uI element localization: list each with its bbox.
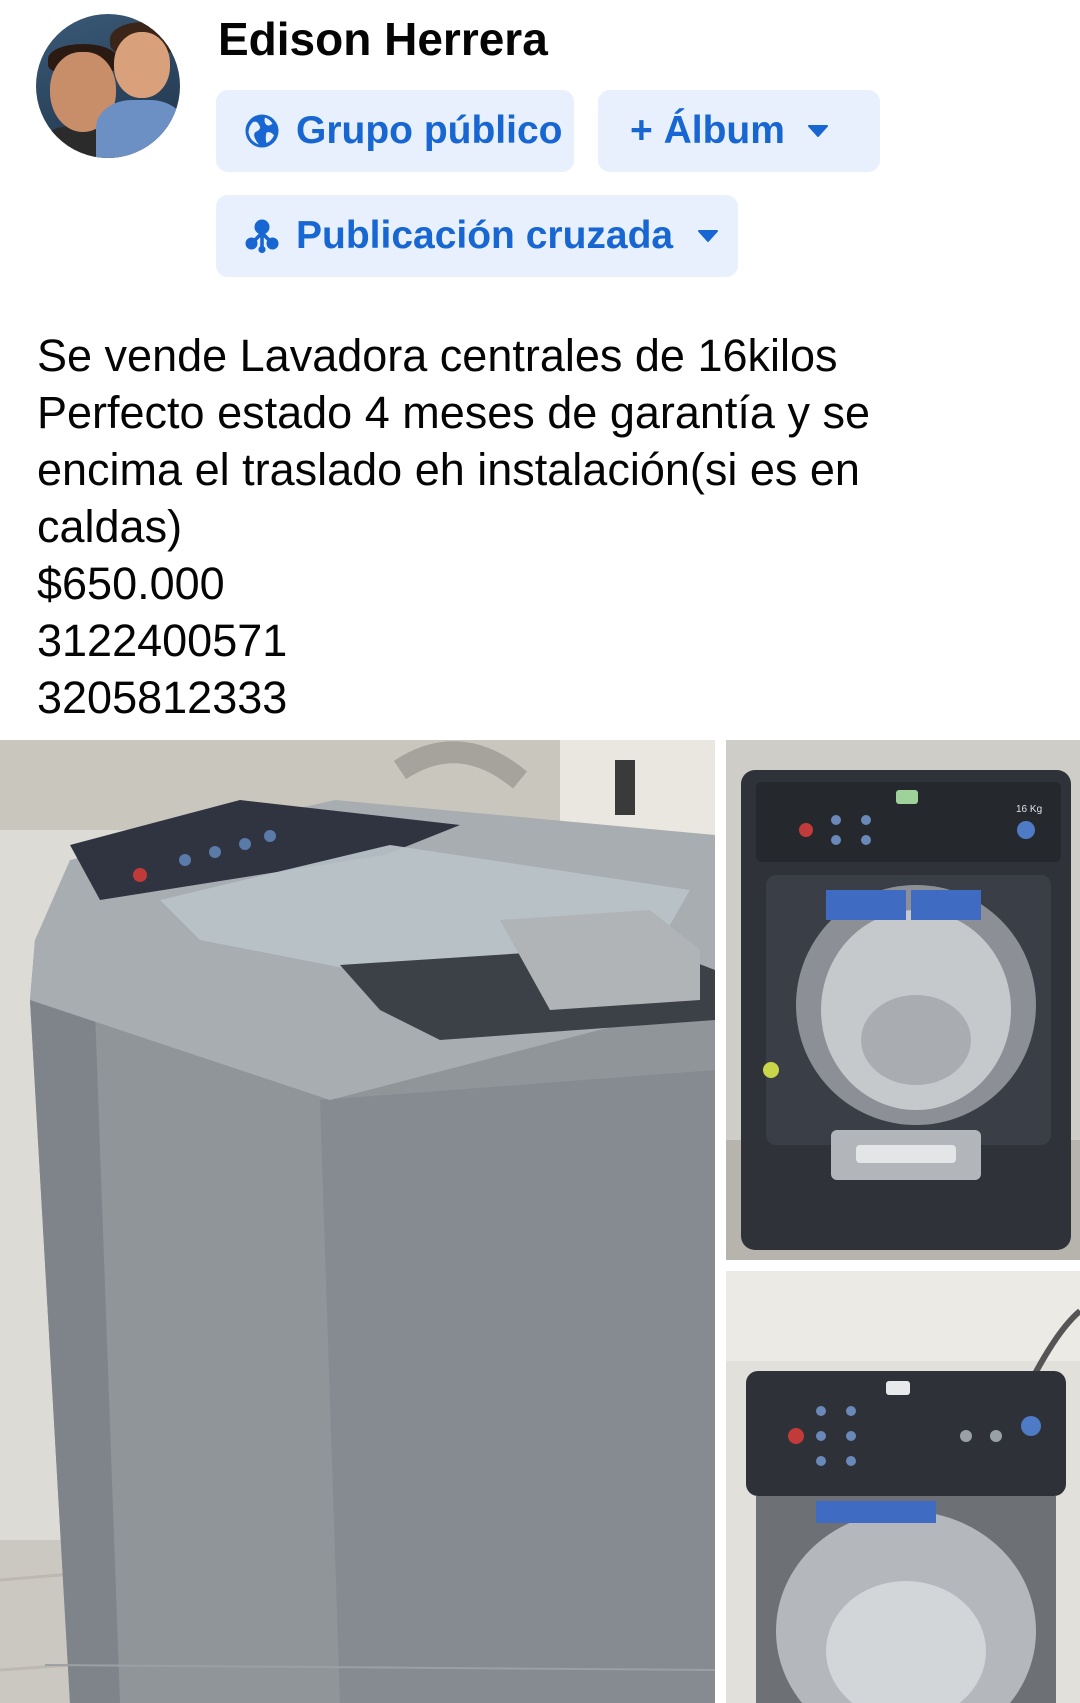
capacity-label: 16 Kg [1016, 804, 1042, 815]
washer-panel-image [726, 1271, 1080, 1703]
album-button[interactable]: + Álbum [598, 90, 880, 172]
post-text: Se vende Lavadora centrales de 16kilos P… [37, 327, 1057, 726]
author-avatar[interactable] [36, 14, 180, 158]
crosspost-icon [245, 219, 279, 254]
audience-selector-button[interactable]: Grupo público [216, 90, 574, 172]
crosspost-label: Publicación cruzada [296, 214, 674, 257]
washer-side-image [0, 740, 715, 1703]
avatar-shape [96, 100, 180, 158]
phone-number[interactable]: 3122400571 [37, 612, 1057, 669]
post-text-line: encima el traslado eh instalación(si es … [37, 444, 860, 495]
post-text-line: caldas) [37, 501, 183, 552]
crosspost-button[interactable]: Publicación cruzada [216, 195, 738, 277]
globe-icon [245, 114, 279, 148]
caret-down-icon [807, 125, 828, 137]
price-text: $650.000 [37, 558, 225, 609]
caret-down-icon [698, 230, 719, 242]
audience-label: Grupo público [296, 109, 563, 152]
post-photo-washer-panel[interactable] [726, 1271, 1080, 1703]
washer-top-image: 16 Kg [726, 740, 1080, 1260]
post-photo-washer-top[interactable]: 16 Kg [726, 740, 1080, 1260]
post-text-line: Se vende Lavadora centrales de 16kilos [37, 330, 838, 381]
post-text-line: Perfecto estado 4 meses de garantía y se [37, 387, 870, 438]
phone-number[interactable]: 3205812333 [37, 669, 1057, 726]
post-photo-washer-side[interactable] [0, 740, 715, 1703]
author-name[interactable]: Edison Herrera [218, 12, 548, 66]
avatar-shape [114, 32, 170, 98]
album-label: + Álbum [630, 109, 785, 152]
